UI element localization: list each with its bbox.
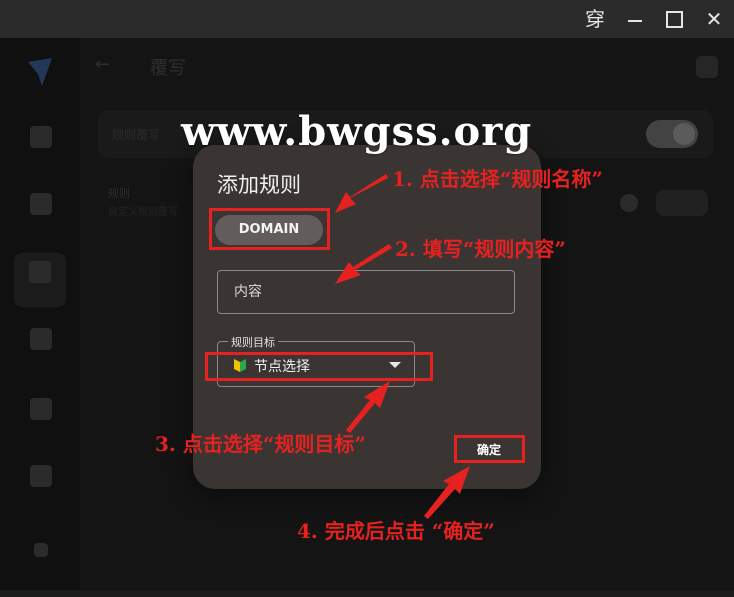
- annotation-step-1: 1. 点击选择“规则名称”: [392, 167, 603, 191]
- maximize-button[interactable]: [659, 4, 689, 34]
- pin-icon[interactable]: 穿: [580, 4, 610, 34]
- minimize-button[interactable]: [620, 4, 650, 34]
- minimize-icon: [628, 19, 642, 22]
- maximize-icon: [665, 10, 683, 28]
- highlight-confirm: [454, 435, 525, 463]
- annotation-step-3: 3. 点击选择“规则目标”: [155, 432, 366, 456]
- rule-content-input[interactable]: [217, 270, 515, 314]
- annotation-step-2: 2. 填写“规则内容”: [395, 237, 566, 261]
- close-button[interactable]: ✕: [699, 4, 729, 34]
- highlight-rule-target: [205, 352, 433, 381]
- dialog-title: 添加规则: [217, 173, 301, 197]
- highlight-rule-type: [209, 208, 330, 250]
- annotation-step-4: 4. 完成后点击 “确定”: [297, 519, 495, 543]
- watermark: www.bwgss.org: [181, 108, 533, 155]
- title-bar: 穿 ✕: [0, 0, 734, 38]
- rule-target-label: 规则目标: [228, 334, 278, 350]
